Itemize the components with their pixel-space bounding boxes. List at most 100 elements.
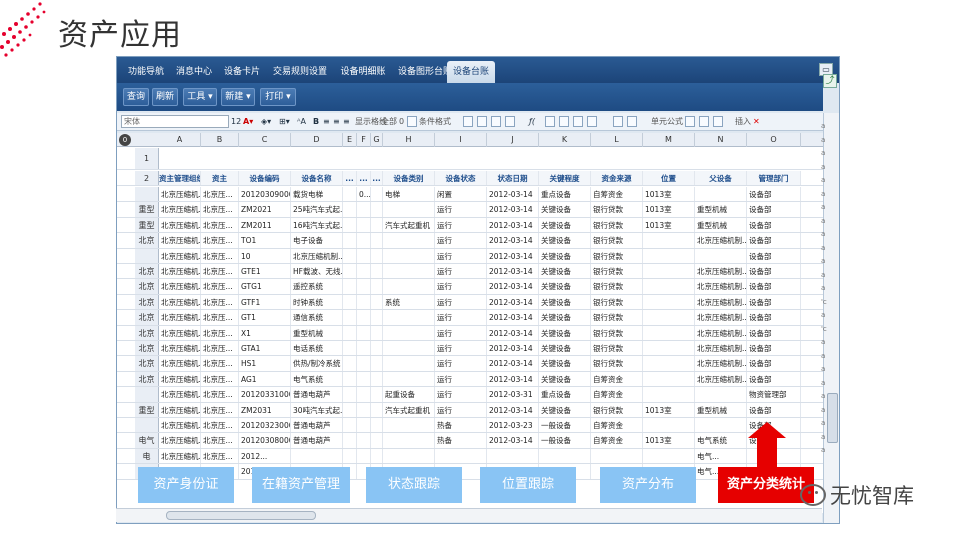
fill-color-icon[interactable]: ◈▾ [261,115,271,128]
cell-n[interactable]: 北京压缩机制... [695,233,747,248]
cell-c[interactable]: 201203090001 [239,187,291,202]
cell-f[interactable] [357,371,371,387]
horizontal-scrollbar[interactable] [116,508,822,522]
table-row[interactable]: 重型机械北京压缩机...北京压...ZM201116吨汽车式起...汽车式起重机… [117,217,823,245]
header-cell[interactable]: 设备状态 [435,171,487,185]
cell-o[interactable]: 设备部 [747,233,801,248]
cell-j[interactable]: 2012-03-14 [487,310,539,325]
cell-k[interactable]: 关键设备 [539,202,591,217]
cell-m[interactable] [643,325,695,340]
cell-j[interactable]: 2012-03-14 [487,371,539,387]
cell-l[interactable]: 自筹资金 [591,418,643,433]
cell-n[interactable]: 重型机械 [695,402,747,417]
cell-m[interactable] [643,264,695,279]
cell-n[interactable]: 北京压缩机制... [695,264,747,279]
cell-k[interactable]: 关键设备 [539,310,591,325]
cell-f[interactable] [357,310,371,325]
cell-a[interactable]: 北京压缩机... [159,217,201,233]
cell-b[interactable]: 北京压... [201,325,239,340]
row-number[interactable] [135,248,159,263]
cell-o[interactable]: 设备部 [747,325,801,340]
cell-n[interactable]: 北京压缩机制... [695,341,747,356]
cell-j[interactable]: 2012-03-14 [487,325,539,340]
cell-m[interactable] [643,371,695,387]
table-row[interactable]: 电气...北京压缩机...北京压...2012...电气... [117,448,823,476]
cell-l[interactable] [591,448,643,464]
cell-g[interactable] [371,310,383,325]
cell-l[interactable]: 银行贷款 [591,202,643,217]
asset-distribution-button[interactable]: 资产分布 [600,467,696,503]
cell-d[interactable]: 北京压缩机制... [291,248,343,263]
cell-m[interactable] [643,448,695,464]
cell-f[interactable] [357,264,371,279]
cell-d[interactable]: 载货电梯 [291,187,343,202]
cell-a[interactable]: 北京压缩机... [159,402,201,417]
cell-c[interactable]: 201203080002 [239,433,291,448]
header-cell[interactable]: 父设备 [695,171,747,185]
cell-o[interactable]: 设备部 [747,217,801,233]
cell-j[interactable]: 2012-03-14 [487,341,539,356]
cell-i[interactable]: 运行 [435,310,487,325]
row-number[interactable]: 电气... [135,448,159,476]
cell-i[interactable]: 运行 [435,341,487,356]
cell-b[interactable]: 北京压... [201,233,239,248]
cell-l[interactable]: 自筹资金 [591,371,643,387]
cell-l[interactable]: 银行贷款 [591,264,643,279]
cell-n[interactable]: 北京压缩机制... [695,279,747,294]
cell-c[interactable]: GTE1 [239,264,291,279]
cell-n[interactable]: 北京压缩机制... [695,371,747,387]
cell-f[interactable] [357,448,371,464]
cell-f[interactable] [357,294,371,310]
cell-j[interactable]: 2012-03-14 [487,233,539,248]
cell-e[interactable] [343,356,357,371]
cell-b[interactable]: 北京压... [201,448,239,464]
col-j[interactable]: J [487,133,539,147]
cell-k[interactable]: 关键设备 [539,341,591,356]
cell-i[interactable]: 闲置 [435,187,487,202]
header-cell[interactable]: 关键程度 [539,171,591,185]
table-row[interactable]: 重型机械北京压缩机...北京压...ZM203130吨汽车式起...汽车式起重机… [117,402,823,430]
cell-n[interactable]: 电气系统 [695,433,747,448]
cell-a[interactable]: 北京压缩机... [159,248,201,263]
cell-a[interactable]: 北京压缩机... [159,371,201,387]
insert-button[interactable]: 插入 [735,115,751,128]
cell-k[interactable]: 关键设备 [539,248,591,263]
cell-n[interactable]: 北京压缩机制... [695,356,747,371]
cell-f[interactable] [357,418,371,433]
cell-a[interactable]: 北京压缩机... [159,233,201,248]
cell-k[interactable]: 重点设备 [539,387,591,402]
header-cell[interactable]: 设备编码 [239,171,291,185]
cell-a[interactable]: 北京压缩机... [159,448,201,464]
cell-l[interactable]: 自筹资金 [591,187,643,202]
cell-g[interactable] [371,448,383,464]
cell-i[interactable]: 运行 [435,325,487,340]
cell-o[interactable]: 设备部 [747,202,801,217]
cell-m[interactable] [643,341,695,356]
cell-h[interactable] [383,448,435,464]
search-icon[interactable] [685,116,695,127]
row-number[interactable]: 北京压缩机制... [135,325,159,384]
table-row[interactable]: 北京压缩机制...北京压缩机...北京压...GTF1时钟系统系统运行2012-… [117,294,823,353]
cell-d[interactable]: 供热/制冷系统 [291,356,343,371]
cell-d[interactable]: HF载波、无线... [291,264,343,279]
cell-h[interactable] [383,233,435,248]
cell-m[interactable] [643,387,695,402]
col-f[interactable]: F [357,133,371,147]
cell-b[interactable]: 北京压... [201,202,239,217]
cell-i[interactable]: 运行 [435,294,487,310]
cell-b[interactable]: 北京压... [201,341,239,356]
conditional-format-icon[interactable] [407,116,417,127]
row-number[interactable]: 北京压缩机制... [135,371,159,430]
header-cell[interactable]: 状态日期 [487,171,539,185]
table-row[interactable]: 北京压缩机制...北京压缩机...北京压...HS1供热/制冷系统运行2012-… [117,356,823,415]
cell-k[interactable]: 关键设备 [539,402,591,417]
tab-device-card[interactable]: 设备卡片 [219,61,265,83]
cell-b[interactable]: 北京压... [201,387,239,402]
cell-j[interactable]: 2012-03-14 [487,217,539,233]
cell-n[interactable]: 北京压缩机制... [695,294,747,310]
chart-icon[interactable] [477,116,487,127]
cell-c[interactable]: ZM2011 [239,217,291,233]
cell-l[interactable]: 银行贷款 [591,233,643,248]
cell-c[interactable]: 201203230002 [239,418,291,433]
filter-icon[interactable] [699,116,709,127]
